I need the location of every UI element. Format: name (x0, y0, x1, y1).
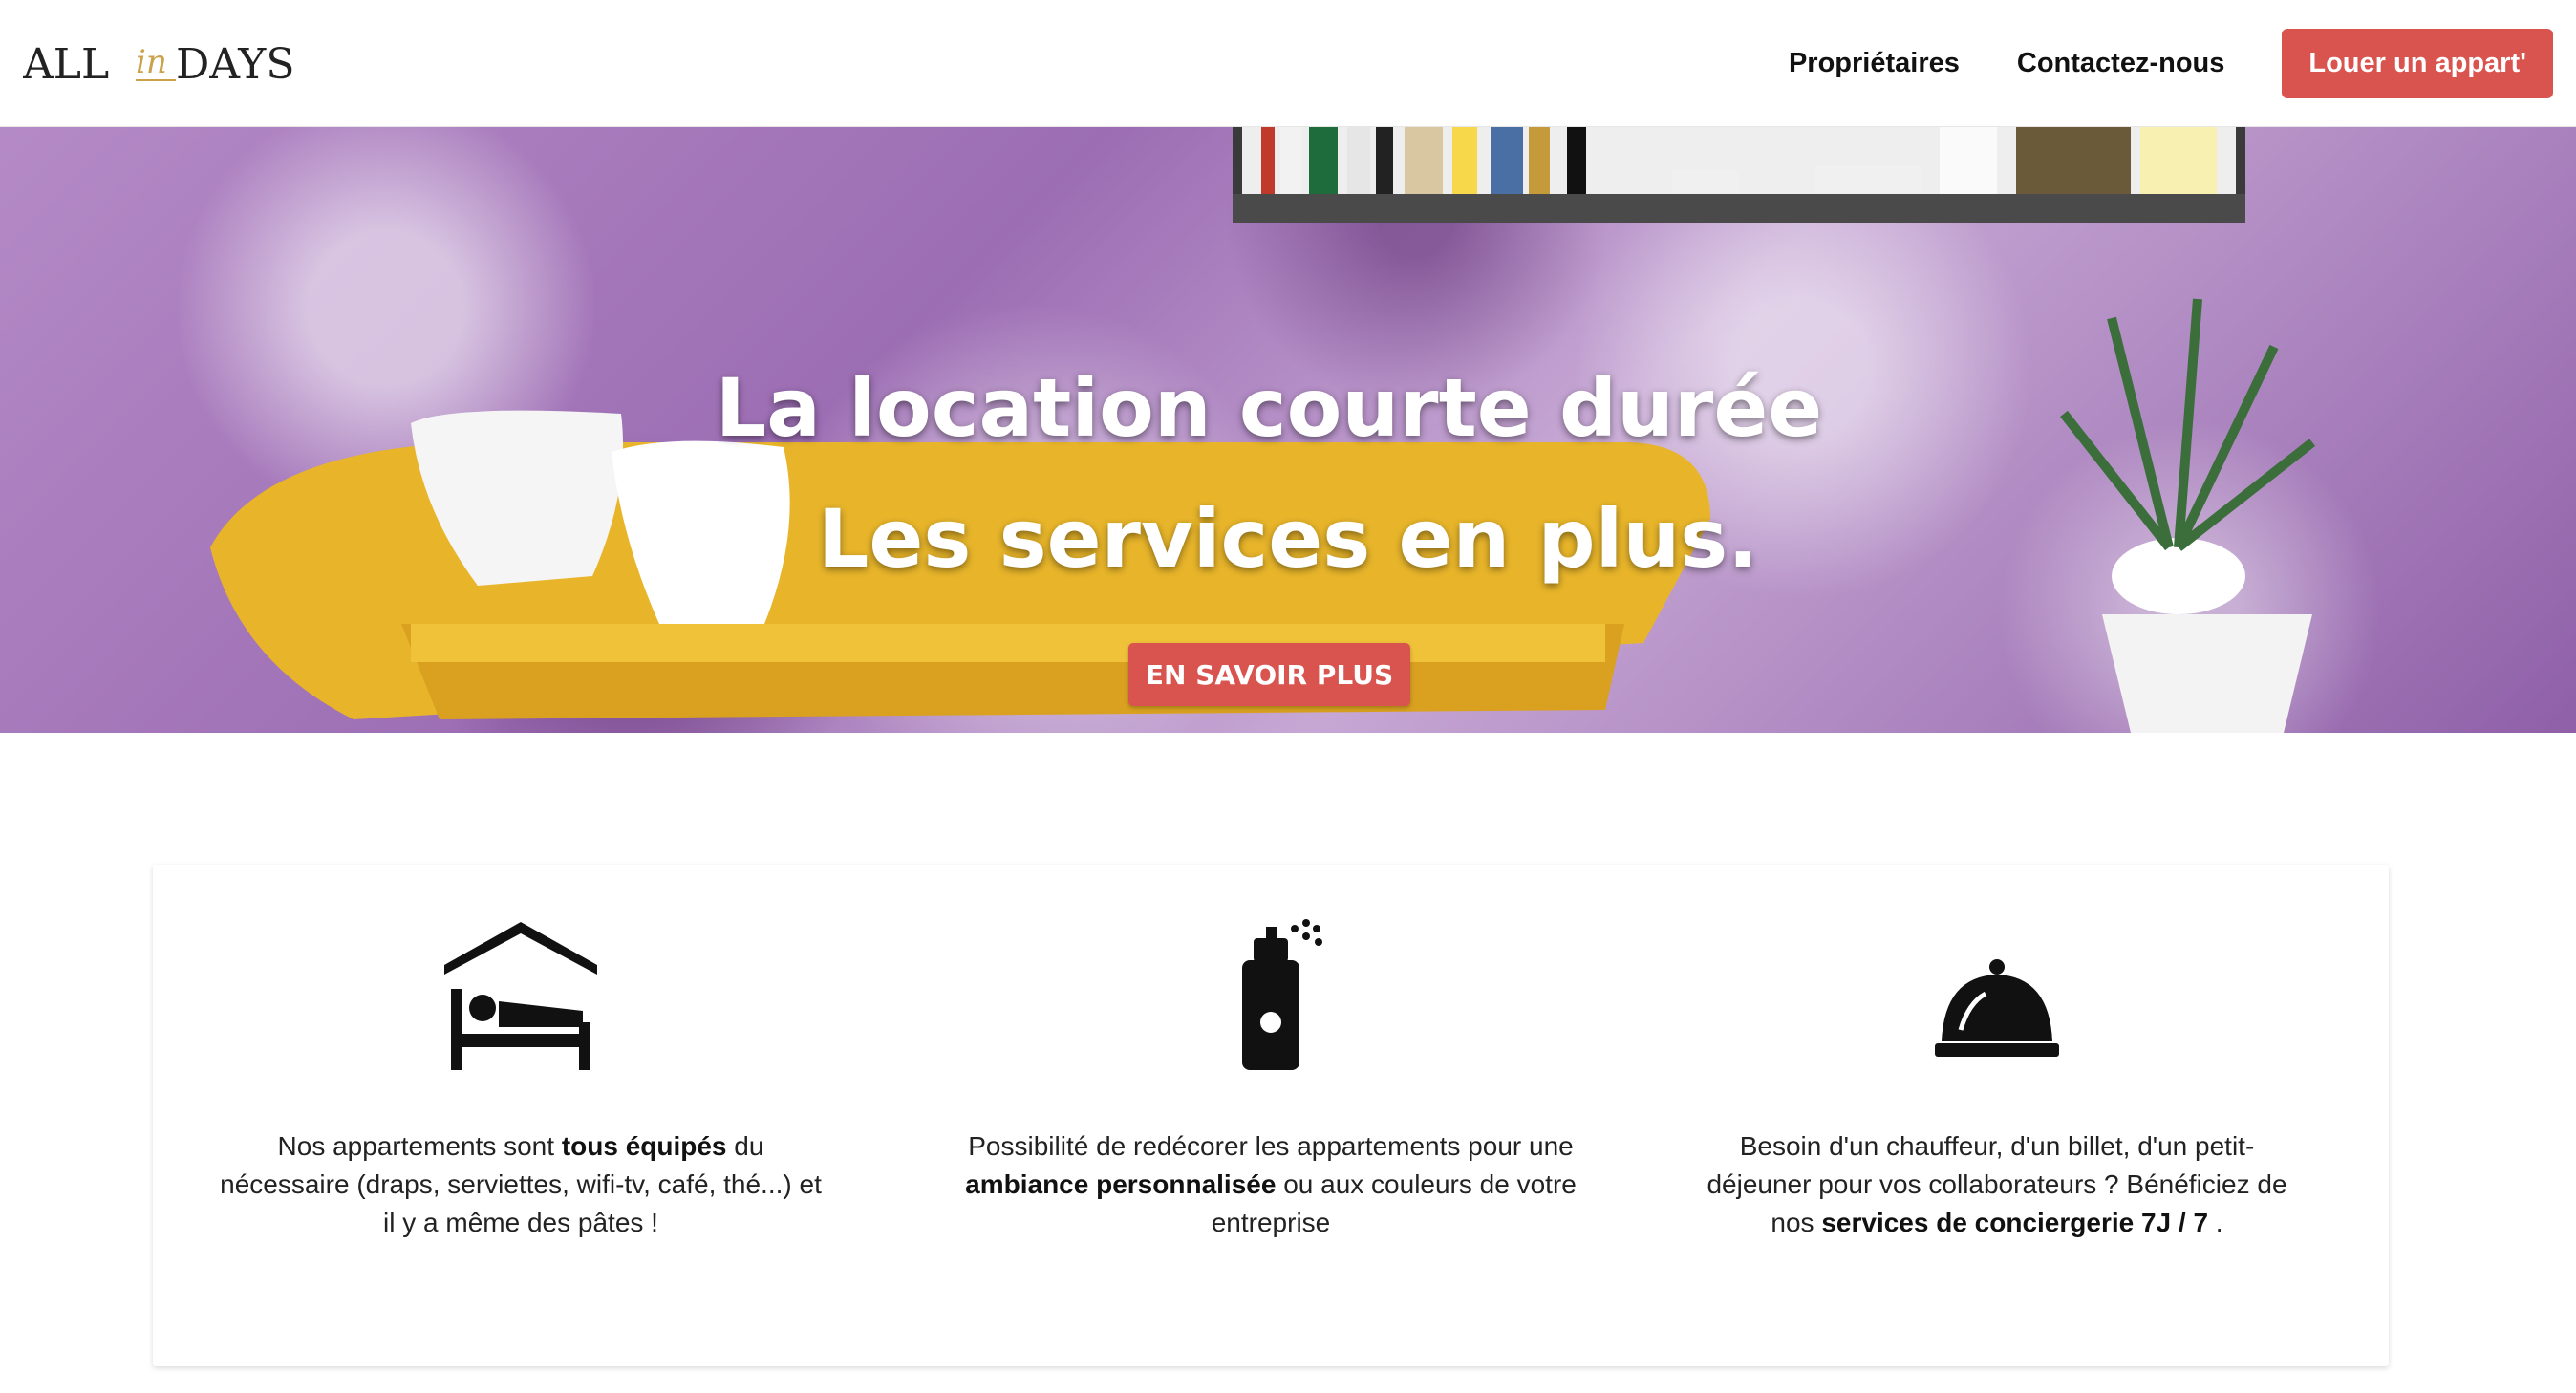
feature-decor-highlight: ambiance personnalisée (965, 1169, 1277, 1199)
nav-link-contact[interactable]: Contactez-nous (2017, 48, 2225, 79)
feature-equipped-highlight: tous équipés (561, 1131, 727, 1161)
logo-text-days: DAYS (176, 40, 294, 89)
feature-concierge-highlight: services de conciergerie 7J / 7 (1821, 1208, 2209, 1237)
hero-banner: La location courte durée Les services en… (0, 127, 2576, 733)
service-bell-icon (1935, 959, 2059, 1057)
feature-equipped-text: Nos appartements sont tous équipés du né… (215, 1127, 826, 1242)
feature-equipped: Nos appartements sont tous équipés du né… (177, 865, 865, 1366)
bookshelf-image (1233, 127, 2245, 223)
hero-title-line1: La location courte durée (715, 361, 1823, 455)
logo-text-in: in (136, 43, 167, 81)
top-navbar: ALL in DAYS Propriétaires Contactez-nous… (0, 0, 2576, 127)
logo-text-all: ALL (23, 40, 109, 89)
brand-logo[interactable]: ALL in DAYS (23, 23, 310, 90)
feature-decor: Possibilité de redécorer les appartement… (927, 865, 1615, 1366)
hotel-bed-icon (444, 922, 597, 1070)
feature-decor-text-1: Possibilité de redécorer les appartement… (968, 1131, 1574, 1161)
feature-concierge: Besoin d'un chauffeur, d'un billet, d'un… (1653, 865, 2341, 1366)
feature-equipped-text-1: Nos appartements sont (277, 1131, 562, 1161)
nav-links: Propriétaires Contactez-nous Louer un ap… (1789, 29, 2553, 98)
nav-link-proprietaires[interactable]: Propriétaires (1789, 48, 1960, 79)
learn-more-button[interactable]: EN SAVOIR PLUS (1128, 643, 1410, 706)
hero-title-line2: Les services en plus. (817, 492, 1759, 586)
features-card: Nos appartements sont tous équipés du né… (153, 865, 2389, 1366)
feature-concierge-text-2: . (2208, 1208, 2223, 1237)
spray-can-icon (1242, 919, 1322, 1070)
feature-concierge-text: Besoin d'un chauffeur, d'un billet, d'un… (1691, 1127, 2303, 1242)
rent-apartment-button[interactable]: Louer un appart' (2282, 29, 2553, 98)
feature-decor-text: Possibilité de redécorer les appartement… (965, 1127, 1577, 1242)
